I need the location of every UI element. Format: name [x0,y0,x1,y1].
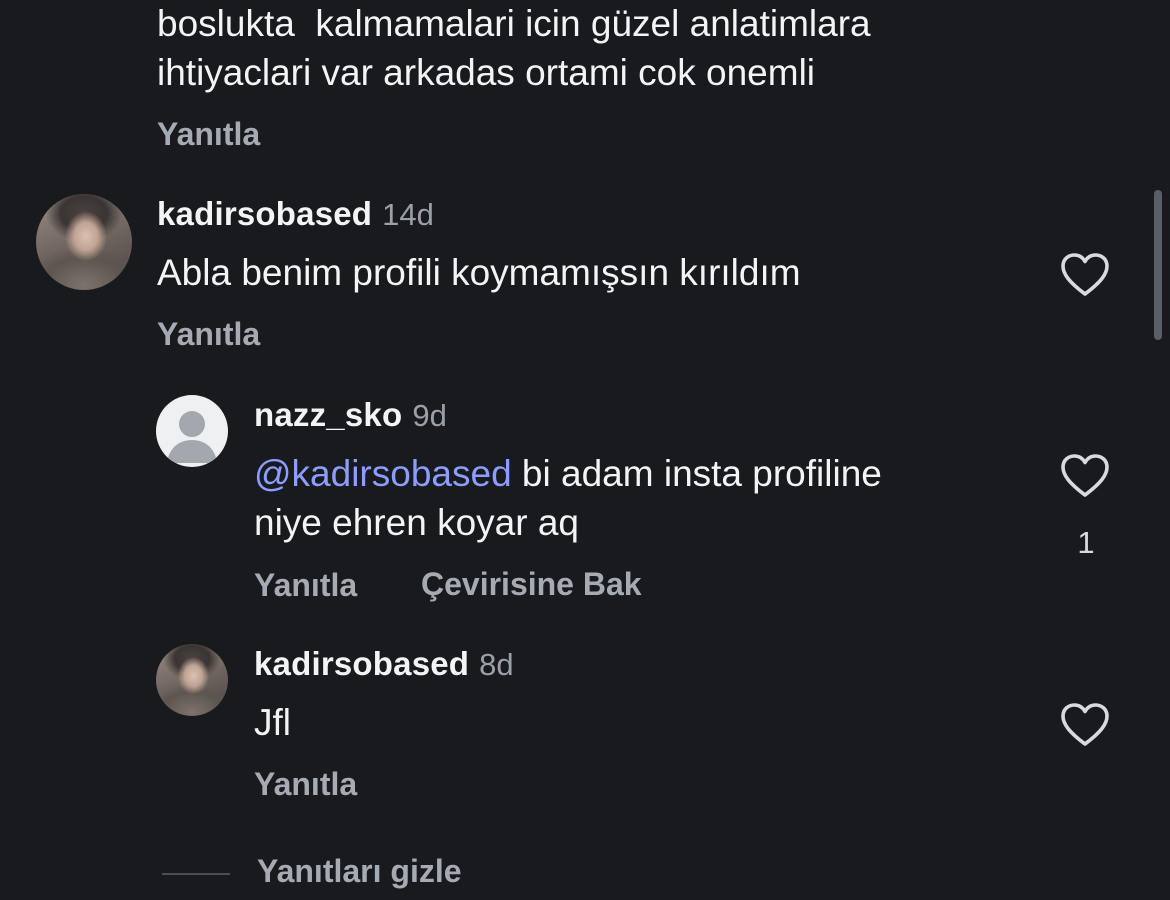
comment-header: kadirsobased 14d [157,195,434,233]
default-avatar-icon[interactable] [156,395,228,467]
reply-text-line2: niye ehren koyar aq [254,502,579,543]
heart-icon[interactable] [1060,453,1110,499]
see-translation-button[interactable]: Çevirisine Bak [421,566,642,603]
heart-icon[interactable] [1060,252,1110,298]
scrollbar[interactable] [1154,190,1162,340]
reply-text-after-mention: bi adam insta profiline [511,453,882,494]
comment-text: Abla benim profili koymamışsın kırıldım [157,252,801,293]
reply-header: kadirsobased 8d [254,645,514,683]
reply-reply-button[interactable]: Yanıtla [254,766,357,803]
top-comment-reply-button[interactable]: Yanıtla [157,116,260,153]
hide-replies-divider [162,873,230,875]
mention-link[interactable]: @kadirsobased [254,453,512,494]
reply-header: nazz_sko 9d [254,396,447,434]
avatar[interactable] [36,194,132,290]
top-comment-text-line2: ihtiyaclari var arkadas ortami cok oneml… [157,52,816,93]
comment-reply-button[interactable]: Yanıtla [157,316,260,353]
reply-text-line1: @kadirsobased bi adam insta profiline [254,449,882,499]
reply-timestamp: 9d [412,398,447,433]
reply-text: Jfl [254,702,291,743]
hide-replies-button[interactable]: Yanıtları gizle [257,853,462,890]
like-count[interactable]: 1 [1066,525,1106,561]
comment-username[interactable]: kadirsobased [157,195,372,232]
avatar[interactable] [156,644,228,716]
reply-timestamp: 8d [479,647,514,682]
reply-username[interactable]: kadirsobased [254,645,469,682]
top-comment-text-line1: boslukta kalmamalari icin güzel anlatiml… [157,3,871,44]
reply-username[interactable]: nazz_sko [254,396,402,433]
heart-icon[interactable] [1060,702,1110,748]
comment-timestamp: 14d [382,197,434,232]
reply-reply-button[interactable]: Yanıtla [254,567,357,604]
